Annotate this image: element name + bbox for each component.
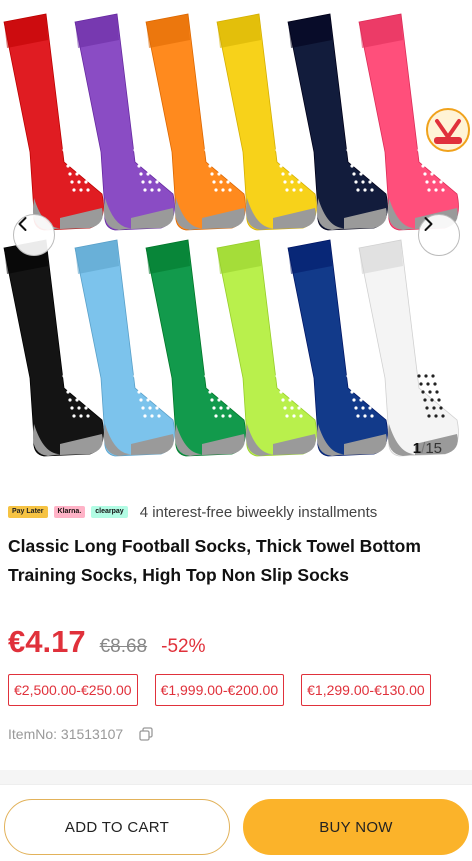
current-price: €4.17 [8, 624, 86, 659]
original-price: €8.68 [99, 636, 148, 657]
product-image-gallery[interactable]: 1/15 [0, 0, 472, 470]
copy-icon[interactable] [139, 727, 153, 741]
price-tier: €1,299.00-€130.00 [301, 674, 431, 706]
bottom-action-bar: ADD TO CART BUY NOW [0, 784, 472, 861]
item-number: ItemNo: 31513107 [8, 726, 124, 742]
add-to-cart-button[interactable]: ADD TO CART [4, 799, 230, 855]
section-divider [0, 770, 472, 784]
image-counter-total: 15 [425, 440, 442, 457]
price-tier: €2,500.00-€250.00 [8, 674, 138, 706]
product-title: Classic Long Football Socks, Thick Towel… [8, 536, 421, 585]
clearpay-logo: clearpay [91, 506, 128, 518]
vip-badge-icon [424, 106, 472, 154]
price-row: €4.17 €8.68 -52% [8, 624, 205, 660]
discount-percent: -52% [161, 636, 206, 657]
installment-text: 4 interest-free biweekly installments [139, 503, 378, 521]
image-counter: 1/15 [413, 440, 442, 457]
chevron-right-icon [424, 217, 433, 231]
klarna-logo: Klarna. [53, 506, 86, 518]
installment-row[interactable]: Pay Later Klarna. clearpay 4 interest-fr… [8, 502, 377, 522]
buy-now-button[interactable]: BUY NOW [243, 799, 469, 855]
chevron-left-icon [18, 217, 27, 231]
price-tiers: €2,500.00-€250.00 €1,999.00-€200.00 €1,2… [8, 674, 431, 706]
image-counter-current: 1 [412, 440, 422, 457]
item-number-row: ItemNo: 31513107 [8, 726, 153, 742]
gallery-next-button[interactable] [418, 214, 460, 256]
gallery-prev-button[interactable] [13, 214, 55, 256]
paylater-logo: Pay Later [8, 506, 48, 518]
price-tier: €1,999.00-€200.00 [154, 674, 285, 706]
product-image [3, 13, 459, 457]
